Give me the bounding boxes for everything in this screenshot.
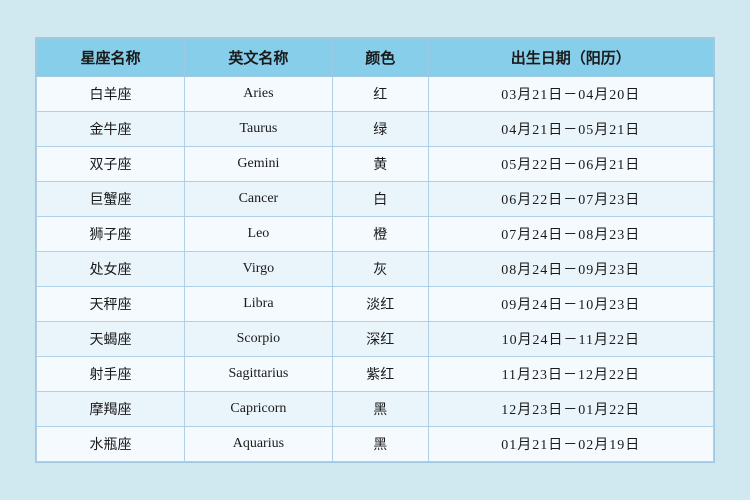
table-row: 白羊座Aries红03月21日－04月20日 xyxy=(37,77,714,112)
cell-chinese-name: 天蝎座 xyxy=(37,322,185,357)
cell-chinese-name: 双子座 xyxy=(37,147,185,182)
cell-birth-dates: 06月22日－07月23日 xyxy=(428,182,713,217)
header-chinese-name: 星座名称 xyxy=(37,39,185,77)
cell-color: 黑 xyxy=(332,427,428,462)
cell-english-name: Virgo xyxy=(184,252,332,287)
cell-birth-dates: 08月24日－09月23日 xyxy=(428,252,713,287)
cell-chinese-name: 水瓶座 xyxy=(37,427,185,462)
table-header-row: 星座名称 英文名称 颜色 出生日期（阳历） xyxy=(37,39,714,77)
cell-birth-dates: 01月21日－02月19日 xyxy=(428,427,713,462)
header-english-name: 英文名称 xyxy=(184,39,332,77)
table-row: 双子座Gemini黄05月22日－06月21日 xyxy=(37,147,714,182)
cell-color: 淡红 xyxy=(332,287,428,322)
cell-birth-dates: 12月23日－01月22日 xyxy=(428,392,713,427)
cell-color: 黑 xyxy=(332,392,428,427)
zodiac-table-container: 星座名称 英文名称 颜色 出生日期（阳历） 白羊座Aries红03月21日－04… xyxy=(35,37,715,463)
table-row: 狮子座Leo橙07月24日－08月23日 xyxy=(37,217,714,252)
table-row: 天秤座Libra淡红09月24日－10月23日 xyxy=(37,287,714,322)
cell-birth-dates: 03月21日－04月20日 xyxy=(428,77,713,112)
cell-chinese-name: 天秤座 xyxy=(37,287,185,322)
header-birth-date: 出生日期（阳历） xyxy=(428,39,713,77)
cell-english-name: Sagittarius xyxy=(184,357,332,392)
table-row: 天蝎座Scorpio深红10月24日－11月22日 xyxy=(37,322,714,357)
cell-color: 紫红 xyxy=(332,357,428,392)
table-row: 水瓶座Aquarius黑01月21日－02月19日 xyxy=(37,427,714,462)
cell-chinese-name: 白羊座 xyxy=(37,77,185,112)
cell-color: 红 xyxy=(332,77,428,112)
cell-color: 白 xyxy=(332,182,428,217)
cell-color: 绿 xyxy=(332,112,428,147)
cell-color: 橙 xyxy=(332,217,428,252)
cell-birth-dates: 09月24日－10月23日 xyxy=(428,287,713,322)
cell-birth-dates: 04月21日－05月21日 xyxy=(428,112,713,147)
cell-english-name: Aquarius xyxy=(184,427,332,462)
cell-birth-dates: 11月23日－12月22日 xyxy=(428,357,713,392)
table-row: 摩羯座Capricorn黑12月23日－01月22日 xyxy=(37,392,714,427)
cell-chinese-name: 金牛座 xyxy=(37,112,185,147)
cell-color: 灰 xyxy=(332,252,428,287)
table-row: 射手座Sagittarius紫红11月23日－12月22日 xyxy=(37,357,714,392)
table-body: 白羊座Aries红03月21日－04月20日金牛座Taurus绿04月21日－0… xyxy=(37,77,714,462)
zodiac-table: 星座名称 英文名称 颜色 出生日期（阳历） 白羊座Aries红03月21日－04… xyxy=(36,38,714,462)
table-row: 巨蟹座Cancer白06月22日－07月23日 xyxy=(37,182,714,217)
cell-english-name: Leo xyxy=(184,217,332,252)
cell-birth-dates: 05月22日－06月21日 xyxy=(428,147,713,182)
cell-english-name: Gemini xyxy=(184,147,332,182)
table-row: 金牛座Taurus绿04月21日－05月21日 xyxy=(37,112,714,147)
cell-chinese-name: 摩羯座 xyxy=(37,392,185,427)
cell-english-name: Aries xyxy=(184,77,332,112)
cell-chinese-name: 射手座 xyxy=(37,357,185,392)
cell-chinese-name: 处女座 xyxy=(37,252,185,287)
cell-english-name: Capricorn xyxy=(184,392,332,427)
table-row: 处女座Virgo灰08月24日－09月23日 xyxy=(37,252,714,287)
cell-color: 深红 xyxy=(332,322,428,357)
cell-english-name: Libra xyxy=(184,287,332,322)
cell-english-name: Taurus xyxy=(184,112,332,147)
cell-chinese-name: 巨蟹座 xyxy=(37,182,185,217)
cell-english-name: Cancer xyxy=(184,182,332,217)
cell-english-name: Scorpio xyxy=(184,322,332,357)
cell-birth-dates: 10月24日－11月22日 xyxy=(428,322,713,357)
cell-chinese-name: 狮子座 xyxy=(37,217,185,252)
cell-birth-dates: 07月24日－08月23日 xyxy=(428,217,713,252)
header-color: 颜色 xyxy=(332,39,428,77)
cell-color: 黄 xyxy=(332,147,428,182)
